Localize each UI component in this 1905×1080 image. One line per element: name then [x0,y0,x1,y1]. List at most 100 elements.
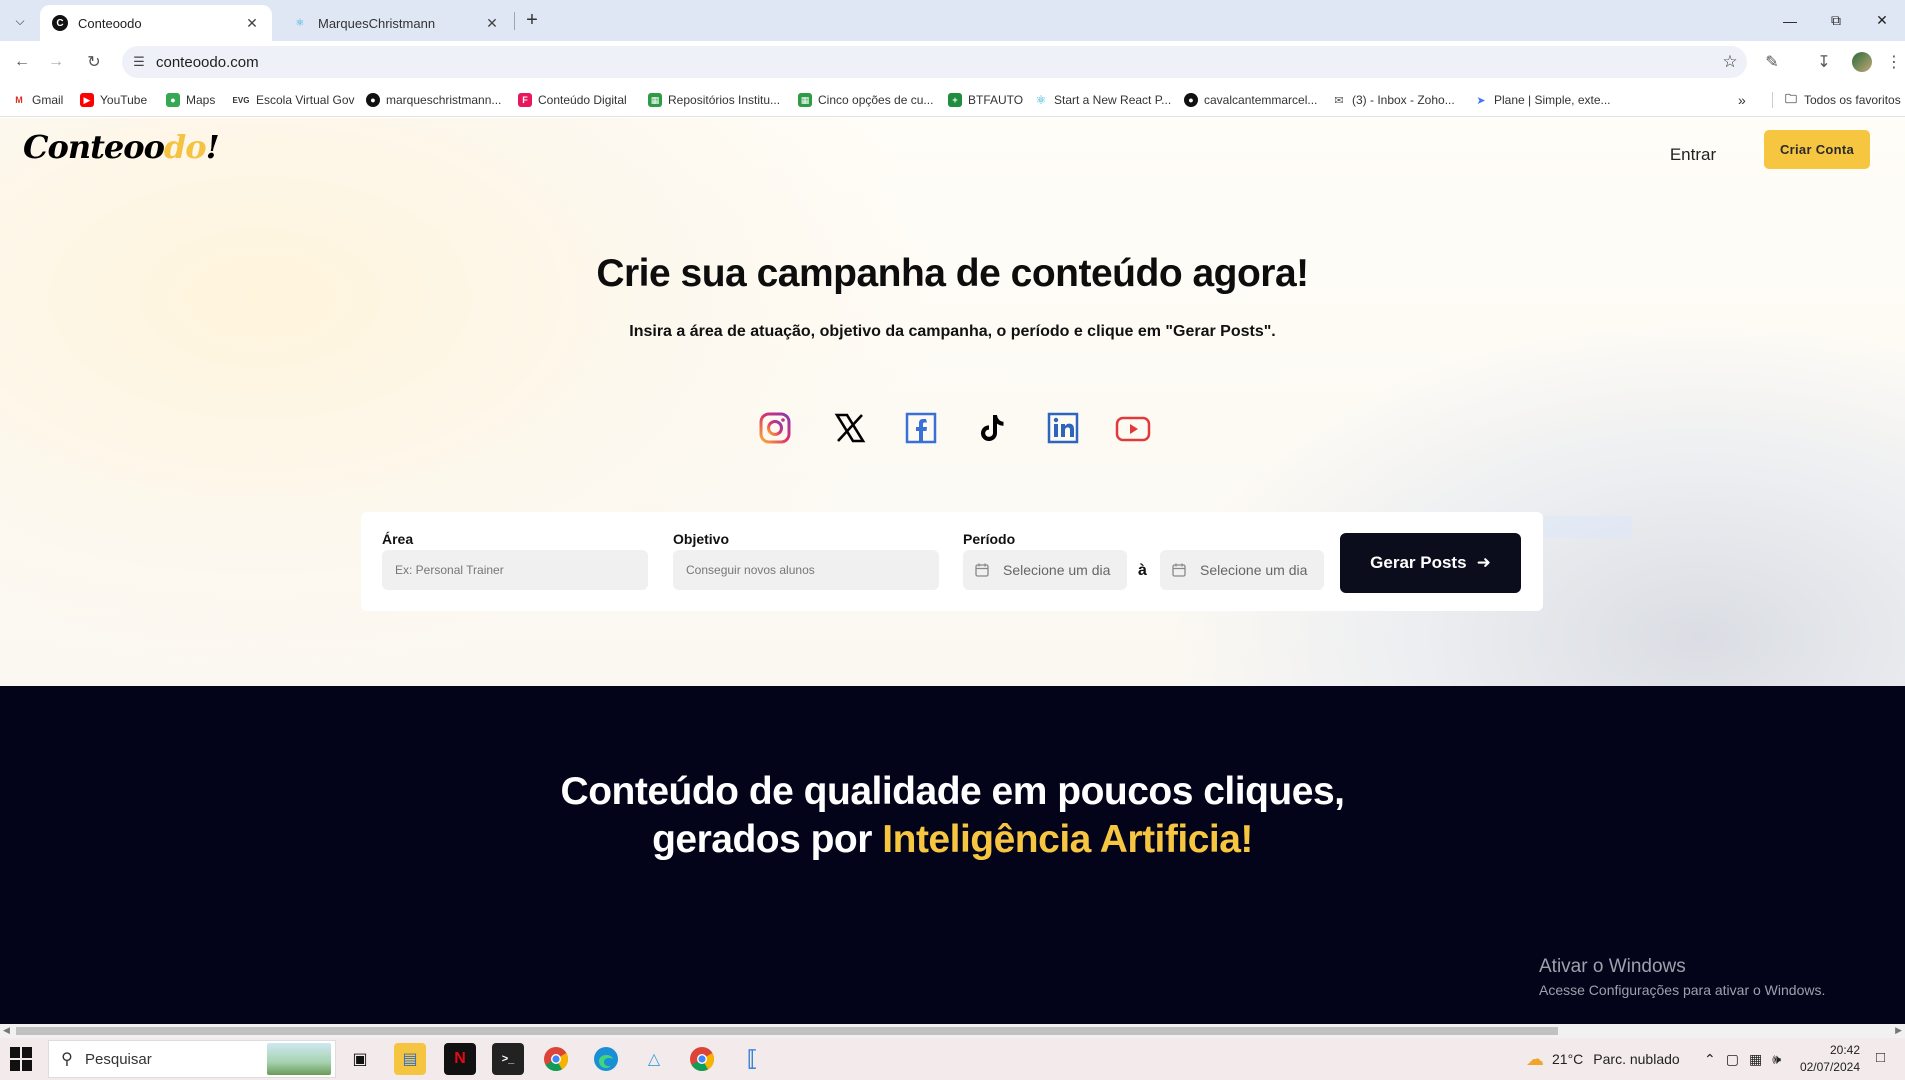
reload-icon[interactable]: ↻ [80,48,108,76]
bookmark-youtube[interactable]: ▶ YouTube [80,91,147,109]
logo-text-accent: do [163,128,207,166]
tab-divider [514,12,515,30]
bookmark-zoho[interactable]: ✉ (3) - Inbox - Zoho... [1332,91,1455,109]
address-bar[interactable]: ☰ conteoodo.com ☆ [122,46,1747,78]
objective-input[interactable]: Conseguir novos alunos [673,550,939,590]
window-controls: — ⧉ ✕ [1767,0,1905,41]
browser-tab-strip: ⌵ C Conteoodo ✕ ⚛ MarquesChristmann ✕ + … [0,0,1905,41]
login-button[interactable]: Entrar [1656,140,1730,170]
tiktok-icon[interactable] [974,410,1010,446]
site-logo[interactable]: Conteoodo! [23,128,220,166]
chevron-up-icon[interactable]: ⌃ [1704,1051,1716,1068]
profile-avatar[interactable] [1848,48,1876,76]
bookmark-conteudo-digital[interactable]: F Conteúdo Digital [518,91,627,109]
tab-title: MarquesChristmann [318,15,436,31]
scrollbar-thumb[interactable] [16,1027,1558,1035]
youtube-icon[interactable] [1115,410,1151,446]
bookmark-cinco-opcoes[interactable]: ▦ Cinco opções de cu... [798,91,933,109]
restore-icon[interactable]: ⧉ [1813,0,1859,41]
tab-marqueschristmann[interactable]: ⚛ MarquesChristmann ✕ [280,5,512,41]
area-input[interactable]: Ex: Personal Trainer [382,550,648,590]
react-favicon-icon: ⚛ [295,17,305,29]
bookmark-btfauto[interactable]: + BTFAUTO [948,91,1023,109]
task-view-icon[interactable]: ▣ [344,1043,376,1075]
ai-title-prefix: gerados por [652,818,883,861]
bookmark-star-icon[interactable]: ☆ [1713,52,1747,72]
bookmark-all-favorites[interactable]: 🗀 Todos os favoritos [1784,91,1901,109]
volume-icon[interactable]: 🕪 [1772,1051,1781,1068]
calendar-icon [1172,563,1188,577]
start-date-picker[interactable]: Selecione um dia [963,550,1127,590]
bookmark-react[interactable]: ⚛ Start a New React P... [1034,91,1171,109]
tab-conteoodo[interactable]: C Conteoodo ✕ [40,5,272,41]
search-highlight-image [267,1043,331,1075]
generate-posts-button[interactable]: Gerar Posts ➜ [1340,533,1521,593]
taskbar-search-box[interactable]: ⚲ Pesquisar [48,1040,336,1078]
grid-icon: ▦ [648,93,662,107]
bookmark-label: cavalcantemmarcel... [1204,93,1318,107]
bookmark-label: Start a New React P... [1054,93,1172,107]
facebook-icon[interactable] [903,410,939,446]
edge-icon[interactable] [590,1043,622,1075]
bookmark-gmail[interactable]: M Gmail [12,91,63,109]
tab-search-chevron-icon[interactable]: ⌵ [8,9,32,33]
taskbar-clock[interactable]: 20:42 02/07/2024 [1790,1042,1860,1076]
network-icon[interactable]: ▦ [1749,1051,1762,1068]
end-date-picker[interactable]: Selecione um dia [1160,550,1324,590]
ai-section-title: Conteúdo de qualidade em poucos cliques,… [0,768,1905,864]
conteudo-digital-icon: F [518,93,532,107]
site-info-icon[interactable]: ☰ [122,54,156,70]
url-text[interactable]: conteoodo.com [156,54,1713,71]
bookmark-label: Repositórios Institu... [668,93,781,107]
ai-title-highlight: Inteligência Artificia! [882,818,1253,861]
scroll-left-icon[interactable]: ◀ [3,1025,10,1036]
close-tab-icon[interactable]: ✕ [484,15,500,32]
bookmark-label: BTFAUTO [968,93,1024,107]
extensions-icon[interactable]: ✎ [1758,48,1786,76]
download-icon[interactable]: ↧ [1810,48,1838,76]
bookmark-maps[interactable]: ● Maps [166,91,215,109]
netflix-icon[interactable]: N [444,1043,476,1075]
meet-icon[interactable]: ▢ [1726,1051,1739,1068]
bookmark-github-marques[interactable]: ● marqueschristmann... [366,91,501,109]
close-tab-icon[interactable]: ✕ [244,15,260,32]
bookmarks-overflow-icon[interactable]: » [1738,91,1746,109]
chrome-icon[interactable] [540,1043,572,1075]
new-tab-button[interactable]: + [520,9,544,33]
plus-box-icon: + [948,93,962,107]
bookmark-plane[interactable]: ➤ Plane | Simple, exte... [1474,91,1611,109]
weather-widget[interactable]: ☁ 21°C Parc. nublado [1526,1038,1680,1080]
vscode-icon[interactable]: ⟦ [736,1043,768,1075]
bookmark-label: Conteúdo Digital [538,93,627,107]
hero-subtitle: Insira a área de atuação, objetivo da ca… [629,323,1276,340]
minimize-icon[interactable]: — [1767,0,1813,41]
terminal-icon[interactable]: >_ [492,1043,524,1075]
file-explorer-icon[interactable]: ▤ [394,1043,426,1075]
bookmark-github-cavalcante[interactable]: ● cavalcantemmarcel... [1184,91,1317,109]
ai-title-line1: Conteúdo de qualidade em poucos cliques, [560,770,1345,813]
create-account-button[interactable]: Criar Conta [1764,130,1870,169]
close-window-icon[interactable]: ✕ [1859,0,1905,41]
ai-title-line2: gerados por Inteligência Artificia! [0,816,1905,864]
horizontal-scrollbar[interactable]: ◀ ▶ [0,1024,1905,1038]
instagram-icon[interactable] [757,410,793,446]
scroll-right-icon[interactable]: ▶ [1895,1025,1902,1036]
notifications-icon[interactable]: □ [1876,1049,1896,1069]
windows-start-icon[interactable] [10,1047,34,1071]
forward-icon[interactable]: → [42,48,70,76]
x-icon[interactable] [832,410,868,446]
watermark-subtitle: Acesse Configurações para ativar o Windo… [1539,982,1826,998]
app-icon[interactable]: △ [638,1043,670,1075]
bookmark-label: Cinco opções de cu... [818,93,934,107]
linkedin-icon[interactable] [1045,410,1081,446]
tab-title: Conteoodo [78,15,142,31]
github-icon: ● [366,93,380,107]
calendar-icon [975,563,991,577]
chrome-profile-icon[interactable] [686,1043,718,1075]
search-icon: ⚲ [61,1051,73,1068]
bookmark-escola-virtual[interactable]: EVG Escola Virtual Gov [232,91,355,109]
windows-taskbar: ⚲ Pesquisar ▣ ▤ N >_ △ ⟦ ☁ 21°C Parc. nu… [0,1038,1905,1080]
bookmark-repositorios[interactable]: ▦ Repositórios Institu... [648,91,780,109]
menu-kebab-icon[interactable]: ⋮ [1880,48,1905,76]
back-icon[interactable]: ← [8,48,36,76]
